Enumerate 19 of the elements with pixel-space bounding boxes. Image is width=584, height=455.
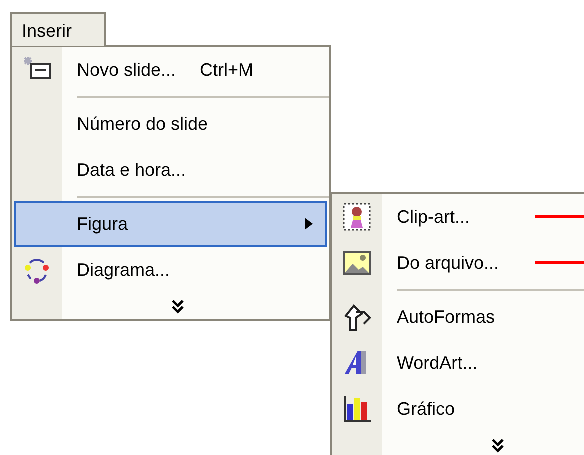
menu-item[interactable]: Número do slide (12, 101, 329, 147)
expand-icon[interactable] (492, 438, 504, 453)
shapes-icon (342, 302, 372, 332)
menu-item[interactable]: Do arquivo... (332, 240, 584, 286)
menu-item[interactable]: Clip-art... (332, 194, 584, 240)
menu-item[interactable]: Gráfico (332, 386, 584, 432)
menu-title[interactable]: Inserir (10, 12, 106, 46)
menu-item[interactable]: AutoFormas (332, 294, 584, 340)
picture-icon (342, 248, 372, 278)
menu-item[interactable]: Diagrama... (12, 247, 329, 293)
clipart-icon (342, 202, 372, 232)
expand-icon[interactable] (172, 300, 184, 314)
menu-item[interactable]: WordArt... (332, 340, 584, 386)
menu-item[interactable]: Figura (14, 201, 327, 247)
bar-chart-icon (342, 394, 372, 424)
menu-item[interactable]: Novo slide... Ctrl+M (12, 47, 329, 93)
submenu-arrow-icon (305, 218, 313, 230)
menu-item[interactable]: Data e hora... (12, 147, 329, 193)
shortcut-text: Ctrl+M (200, 58, 254, 82)
